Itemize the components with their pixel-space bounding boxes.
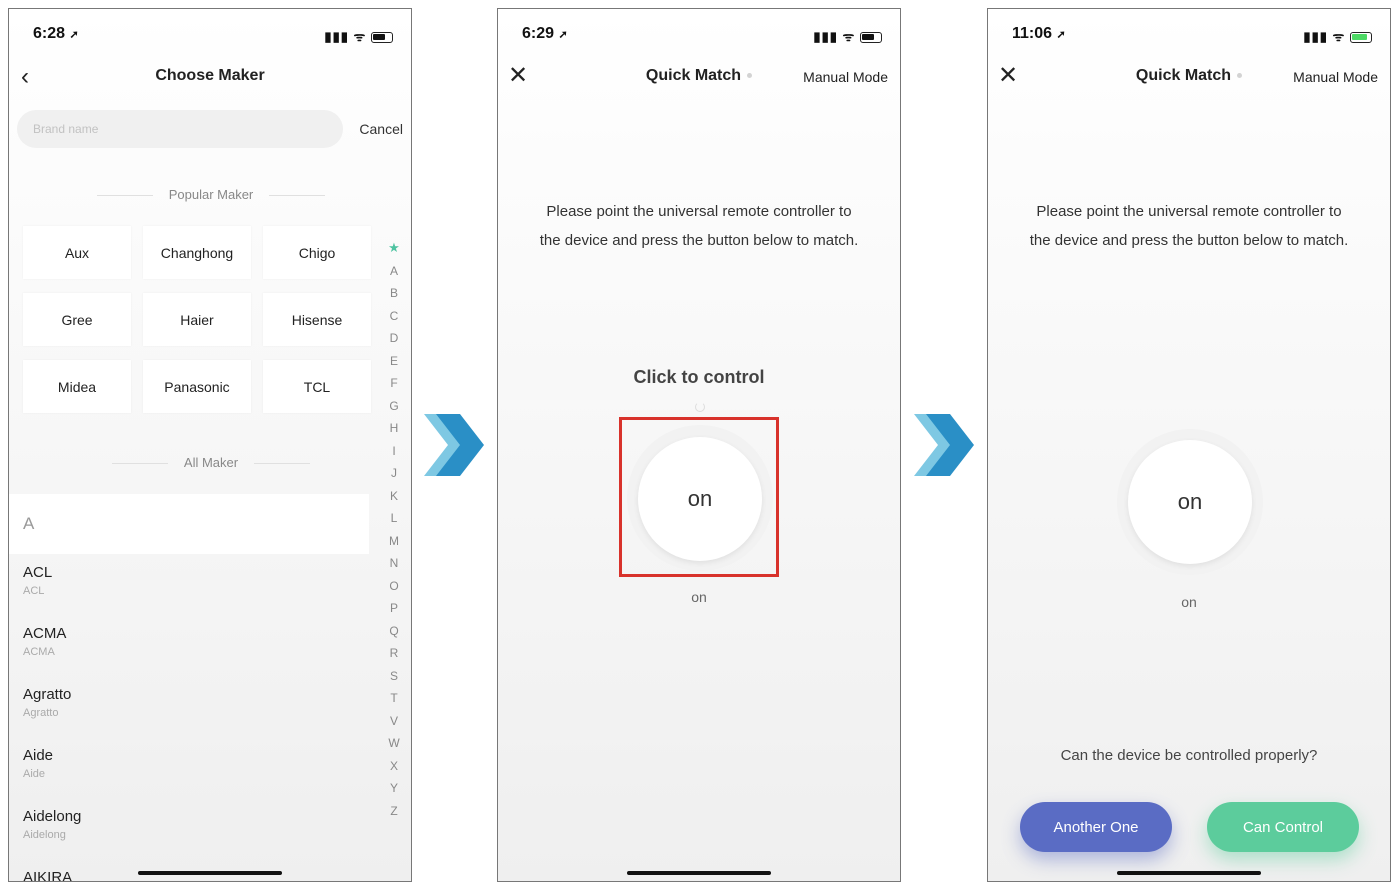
home-indicator[interactable] xyxy=(138,871,282,875)
list-item[interactable]: ACMA ACMA xyxy=(23,619,363,680)
search-field[interactable] xyxy=(17,110,343,148)
nav-header: ✕ Quick Match Manual Mode xyxy=(498,62,900,93)
status-bar: 6:29 ➚ ▮▮▮ ᯤ xyxy=(522,25,882,45)
list-item-name: Aide xyxy=(23,747,54,764)
search-input[interactable] xyxy=(17,110,343,148)
index-letter[interactable]: G xyxy=(381,395,407,418)
list-item-sub: Aidelong xyxy=(23,829,66,841)
battery-icon xyxy=(371,32,393,44)
nav-header: ‹ Choose Maker xyxy=(9,63,411,93)
index-letter[interactable]: M xyxy=(381,530,407,553)
star-icon[interactable]: ★ xyxy=(381,237,407,260)
section-header-letter: A xyxy=(9,494,369,554)
status-time: 11:06 xyxy=(1012,25,1053,42)
chevron-right-arrow-icon xyxy=(914,414,974,476)
list-item[interactable]: Aide Aide xyxy=(23,741,363,802)
manual-mode-button[interactable]: Manual Mode xyxy=(803,69,888,85)
brand-cell[interactable]: Haier xyxy=(143,293,251,346)
brand-cell[interactable]: Changhong xyxy=(143,226,251,279)
phone-screen-confirm-match: 11:06 ➚ ▮▮▮ ᯤ ✕ Quick Match Manual Mode … xyxy=(987,8,1391,882)
index-letter[interactable]: V xyxy=(381,710,407,733)
index-letter[interactable]: D xyxy=(381,327,407,350)
index-letter[interactable]: T xyxy=(381,687,407,710)
status-time: 6:29 xyxy=(522,25,555,42)
index-letter[interactable]: Z xyxy=(381,800,407,823)
index-letter[interactable]: R xyxy=(381,642,407,665)
index-letter[interactable]: L xyxy=(381,507,407,530)
nav-header: ✕ Quick Match Manual Mode xyxy=(988,62,1390,93)
chevron-right-arrow-icon xyxy=(424,414,484,476)
loading-spinner-icon xyxy=(695,402,705,412)
index-letter[interactable]: H xyxy=(381,417,407,440)
brand-cell[interactable]: Chigo xyxy=(263,226,371,279)
list-item-sub: Agratto xyxy=(23,707,59,719)
list-item-name: ACL xyxy=(23,564,53,581)
index-letter[interactable]: O xyxy=(381,575,407,598)
instruction-text: Please point the universal remote contro… xyxy=(1029,203,1349,249)
button-caption: on xyxy=(691,589,707,605)
manual-mode-button[interactable]: Manual Mode xyxy=(1293,69,1378,85)
index-letter[interactable]: W xyxy=(381,732,407,755)
index-letter[interactable]: B xyxy=(381,282,407,305)
status-bar: 6:28 ➚ ▮▮▮ ᯤ xyxy=(33,25,393,45)
status-bar: 11:06 ➚ ▮▮▮ ᯤ xyxy=(1012,25,1372,45)
maker-list: ACL ACL ACMA ACMA Agratto Agratto Aide Aide … xyxy=(23,558,363,881)
location-arrow-icon: ➚ xyxy=(558,29,568,41)
step-dot xyxy=(747,73,753,79)
cancel-button[interactable]: Cancel xyxy=(359,121,403,137)
list-item[interactable]: Aidelong Aidelong xyxy=(23,802,363,863)
index-letter[interactable]: X xyxy=(381,755,407,778)
signal-icon: ▮▮▮ ᯤ xyxy=(1303,29,1346,44)
index-letter[interactable]: S xyxy=(381,665,407,688)
list-item-sub: ACL xyxy=(23,585,45,597)
location-arrow-icon: ➚ xyxy=(1056,29,1066,41)
list-item-name: Aidelong xyxy=(23,808,82,825)
index-letter[interactable]: E xyxy=(381,350,407,373)
confirm-question: Can the device be controlled properly? xyxy=(1060,747,1318,764)
popular-maker-label: Popular Maker xyxy=(9,187,411,202)
index-letter[interactable]: Q xyxy=(381,620,407,643)
can-control-button[interactable]: Can Control xyxy=(1207,802,1359,852)
location-arrow-icon: ➚ xyxy=(69,29,79,41)
step-dot xyxy=(1237,73,1243,79)
index-letter[interactable]: A xyxy=(381,260,407,283)
list-item[interactable]: Agratto Agratto xyxy=(23,680,363,741)
another-one-button[interactable]: Another One xyxy=(1020,802,1172,852)
page-title: Choose Maker xyxy=(155,67,265,84)
brand-cell[interactable]: Gree xyxy=(23,293,131,346)
brand-cell[interactable]: Aux xyxy=(23,226,131,279)
button-caption: on xyxy=(1181,594,1197,610)
brand-cell[interactable]: TCL xyxy=(263,360,371,413)
home-indicator[interactable] xyxy=(1117,871,1261,875)
popular-maker-grid: Aux Changhong Chigo Gree Haier Hisense M… xyxy=(23,226,374,413)
brand-cell[interactable]: Hisense xyxy=(263,293,371,346)
battery-charging-icon xyxy=(1350,32,1372,44)
list-item-sub: ACMA xyxy=(23,646,55,658)
index-letter[interactable]: P xyxy=(381,597,407,620)
alphabet-index[interactable]: ★ A B C D E F G H I J K L M N O P Q R S … xyxy=(381,237,407,822)
list-item-name: Agratto xyxy=(23,686,72,703)
index-letter[interactable]: Y xyxy=(381,777,407,800)
list-item-sub: Aide xyxy=(23,768,46,780)
status-time: 6:28 xyxy=(33,25,66,42)
all-maker-label: All Maker xyxy=(9,455,411,470)
index-letter[interactable]: N xyxy=(381,552,407,575)
phone-screen-quick-match: 6:29 ➚ ▮▮▮ ᯤ ✕ Quick Match Manual Mode P… xyxy=(497,8,901,882)
index-letter[interactable]: K xyxy=(381,485,407,508)
signal-icon: ▮▮▮ ᯤ xyxy=(324,29,367,44)
home-indicator[interactable] xyxy=(627,871,771,875)
list-item[interactable]: ACL ACL xyxy=(23,558,363,619)
index-letter[interactable]: F xyxy=(381,372,407,395)
list-item-name: ACMA xyxy=(23,625,67,642)
battery-icon xyxy=(860,32,882,44)
phone-screen-choose-maker: 6:28 ➚ ▮▮▮ ᯤ ‹ Choose Maker Cancel Popul… xyxy=(8,8,412,882)
brand-cell[interactable]: Midea xyxy=(23,360,131,413)
instruction-text: Please point the universal remote contro… xyxy=(539,203,859,249)
on-button[interactable]: on xyxy=(1128,440,1252,564)
highlight-box xyxy=(619,417,779,577)
index-letter[interactable]: C xyxy=(381,305,407,328)
signal-icon: ▮▮▮ ᯤ xyxy=(813,29,856,44)
click-to-control-label: Click to control xyxy=(633,367,765,387)
brand-cell[interactable]: Panasonic xyxy=(143,360,251,413)
